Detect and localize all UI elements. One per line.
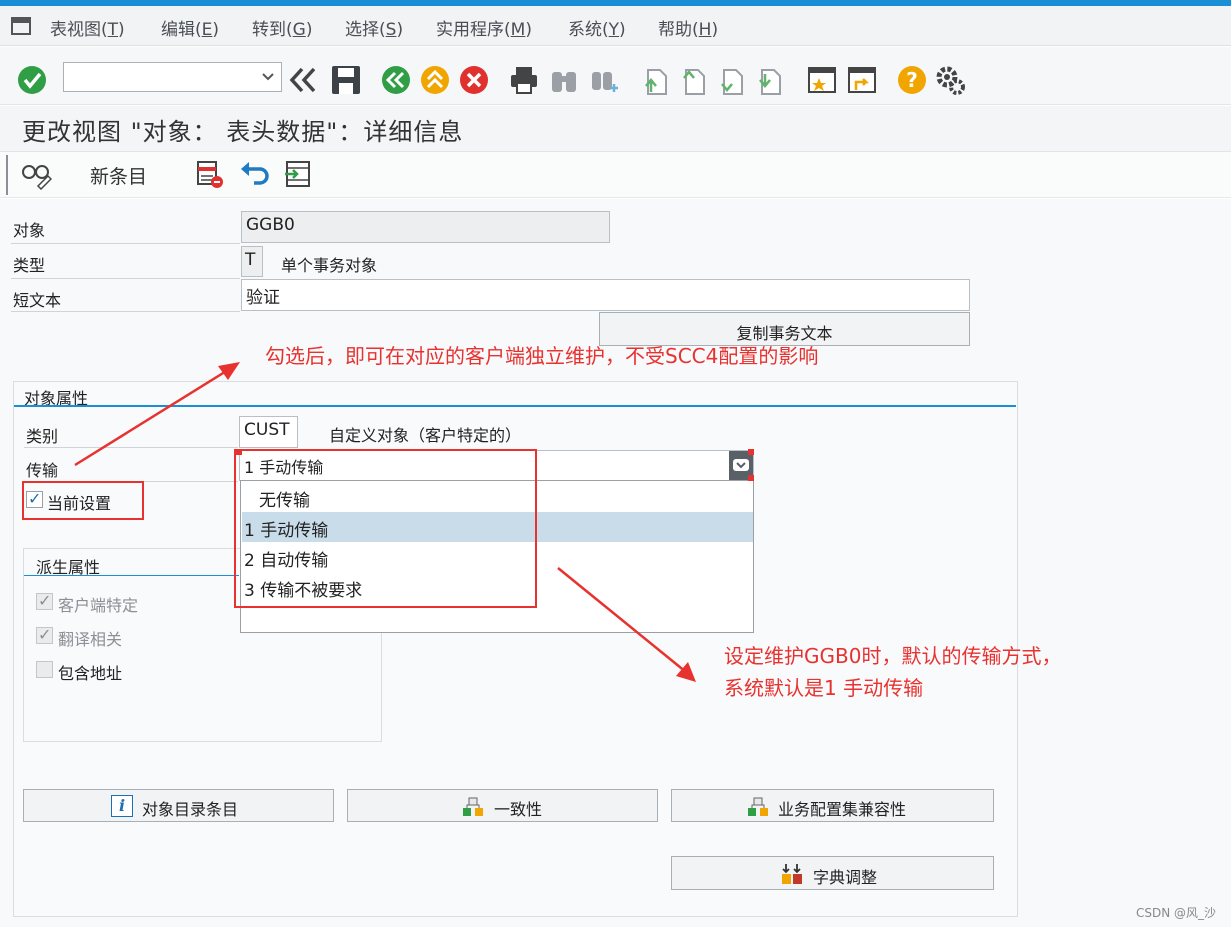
client-specific-label: 客户端特定 (58, 596, 139, 615)
hierarchy-icon (748, 797, 768, 816)
category-field[interactable]: CUST (239, 416, 298, 448)
chevron-down-icon (733, 459, 749, 471)
object-directory-entry-button[interactable]: i 对象目录条目 (23, 789, 334, 822)
hierarchy-icon (463, 797, 483, 816)
create-session-icon[interactable] (806, 64, 838, 96)
undo-icon[interactable] (238, 159, 270, 189)
menu-goto[interactable]: 转到(G) (252, 15, 312, 40)
menu-edit[interactable]: 编辑(E) (161, 15, 219, 40)
menu-system[interactable]: 系统(Y) (568, 15, 626, 40)
contains-address-label: 包含地址 (58, 664, 123, 683)
enter-check-icon[interactable] (16, 64, 48, 96)
previous-page-icon[interactable] (678, 64, 710, 96)
settings-gear-icon[interactable] (934, 64, 966, 96)
back-icon[interactable] (380, 64, 412, 96)
consistency-label: 一致性 (494, 800, 543, 819)
translation-relevant-label: 翻译相关 (58, 630, 123, 649)
last-page-icon[interactable] (754, 64, 786, 96)
translation-relevant-checkbox: ✓ (36, 625, 53, 644)
object-field[interactable]: GGB0 (241, 211, 610, 243)
type-description: 单个事务对象 (281, 256, 378, 275)
bc-set-compatibility-label: 业务配置集兼容性 (778, 800, 907, 819)
row-divider (11, 311, 240, 312)
toolbar-divider (6, 155, 8, 195)
menu-select[interactable]: 选择(S) (345, 15, 403, 40)
annotation-box-current-settings (22, 481, 144, 520)
collapse-left-icon[interactable] (288, 66, 318, 94)
info-icon: i (111, 795, 133, 817)
row-divider (11, 278, 240, 279)
row-divider (24, 447, 238, 448)
short-text-field[interactable]: 验证 (241, 279, 970, 311)
exit-icon[interactable] (419, 64, 451, 96)
command-field[interactable] (63, 62, 282, 92)
print-icon[interactable] (508, 64, 540, 96)
annotation-box-dropdown (234, 449, 537, 608)
dictionary-adjustment-label: 字典调整 (813, 868, 878, 887)
contains-address-checkbox (36, 661, 53, 678)
find-icon[interactable] (548, 64, 580, 96)
short-text-label: 短文本 (13, 291, 62, 310)
type-label: 类型 (13, 256, 46, 275)
checkmark-icon: ✓ (38, 591, 52, 610)
select-block-icon[interactable] (283, 159, 313, 189)
object-label: 对象 (13, 221, 46, 240)
group-title-underline (14, 405, 1016, 407)
svg-text:?: ? (906, 68, 918, 92)
generate-shortcut-icon[interactable] (846, 64, 878, 96)
application-toolbar (0, 152, 1231, 198)
annotation-note-current-settings: 勾选后，即可在对应的客户端独立维护，不受SCC4配置的影响 (265, 344, 819, 368)
checkmark-icon: ✓ (38, 625, 52, 644)
delete-row-icon[interactable] (195, 159, 225, 189)
cancel-icon[interactable] (458, 64, 490, 96)
dropdown-toggle[interactable] (729, 451, 753, 480)
consistency-button[interactable]: 一致性 (347, 789, 658, 822)
object-directory-entry-label: 对象目录条目 (142, 800, 239, 819)
menu-help[interactable]: 帮助(H) (658, 15, 718, 40)
chevron-down-icon[interactable] (261, 72, 275, 82)
menu-bar: 表视图(T) 编辑(E) 转到(G) 选择(S) 实用程序(M) 系统(Y) 帮… (0, 6, 1231, 46)
page-title: 更改视图 "对象： 表头数据"：详细信息 (22, 118, 464, 146)
help-icon[interactable]: ? (896, 64, 928, 96)
dictionary-adjustment-button[interactable]: 字典调整 (671, 856, 994, 890)
save-icon[interactable] (330, 64, 362, 96)
category-description: 自定义对象（客户特定的） (329, 426, 522, 445)
client-specific-checkbox: ✓ (36, 591, 53, 610)
adjust-icon (782, 864, 802, 884)
display-change-glasses-icon[interactable] (20, 158, 52, 190)
new-entries-button[interactable]: 新条目 (90, 162, 147, 189)
annotation-note-transport-line2: 系统默认是1 手动传输 (724, 676, 924, 700)
first-page-icon[interactable] (640, 64, 672, 96)
bc-set-compatibility-button[interactable]: 业务配置集兼容性 (671, 789, 994, 822)
watermark: CSDN @风_沙 (1136, 906, 1217, 920)
category-label: 类别 (26, 427, 59, 446)
transport-label: 传输 (26, 461, 59, 480)
next-page-icon[interactable] (716, 64, 748, 96)
annotation-note-transport-line1: 设定维护GGB0时，默认的传输方式， (724, 644, 1062, 668)
menu-utilities[interactable]: 实用程序(M) (436, 15, 532, 40)
row-divider (11, 243, 240, 244)
menu-table-view[interactable]: 表视图(T) (50, 15, 125, 40)
type-field[interactable]: T (241, 246, 263, 277)
find-next-icon[interactable] (588, 64, 620, 96)
menu-icon[interactable] (10, 15, 34, 37)
group-title-underline (24, 575, 239, 576)
